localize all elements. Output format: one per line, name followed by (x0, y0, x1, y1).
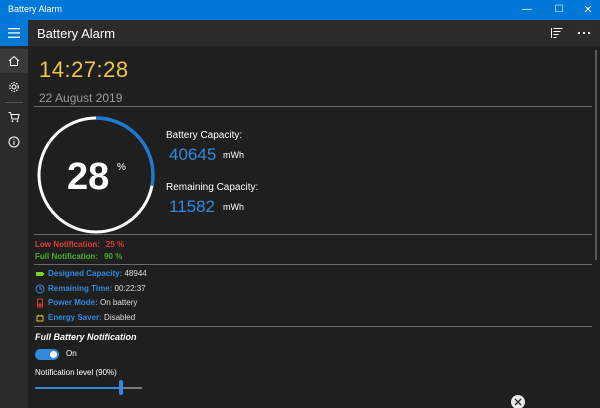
clock-icon (35, 284, 45, 294)
sidebar-item-home[interactable] (0, 49, 28, 73)
divider (34, 326, 592, 327)
energy-saver-label: Energy Saver: (48, 313, 102, 323)
battery-capacity-unit: mWh (223, 150, 244, 160)
cart-icon (8, 112, 20, 123)
remaining-time-label: Remaining Time: (48, 284, 113, 294)
remaining-capacity-label: Remaining Capacity: (166, 182, 259, 193)
low-notification-value: 25 % (105, 240, 125, 249)
battery-percent: 28 (67, 156, 110, 198)
window-title: Battery Alarm (8, 4, 63, 14)
filter-list-button[interactable] (549, 25, 565, 41)
info-icon (8, 136, 20, 148)
divider (34, 264, 592, 265)
filter-list-icon (551, 28, 563, 38)
notification-level-slider-fill (35, 387, 121, 389)
designed-capacity-value: 48944 (124, 269, 147, 278)
low-notification: Low Notification: 25 % (35, 240, 124, 249)
battery-capacity-value: 40645 (169, 145, 217, 164)
battery-icon (36, 271, 45, 276)
energy-saver-value: Disabled (104, 313, 136, 323)
full-notification: Full Notification: 90 % (35, 252, 122, 261)
more-button[interactable] (576, 25, 592, 41)
maximize-button[interactable]: ☐ (545, 0, 573, 20)
divider (34, 234, 592, 235)
page-title: Battery Alarm (37, 26, 116, 41)
battery-percent-sign: % (117, 162, 126, 173)
power-mode-value: On battery (100, 298, 138, 308)
clock-time: 14:27:28 (39, 57, 129, 82)
notification-level-slider-thumb[interactable] (118, 380, 123, 395)
full-notification-value: 90 % (104, 252, 123, 261)
minimize-icon: — (522, 4, 532, 15)
hamburger-button[interactable] (0, 20, 28, 46)
divider (34, 106, 592, 107)
app-header: Battery Alarm (28, 20, 600, 46)
full-battery-section-title: Full Battery Notification (35, 332, 137, 342)
clock-date: 22 August 2019 (39, 91, 123, 105)
main-content: 14:27:28 22 August 2019 28 % Battery Cap… (28, 46, 600, 408)
phone-battery-icon (37, 298, 43, 308)
title-bar: Battery Alarm — ☐ ✕ (0, 0, 600, 20)
home-icon (8, 55, 20, 66)
sidebar-divider (5, 102, 23, 103)
sidebar (0, 20, 28, 408)
close-button[interactable]: ✕ (574, 0, 600, 20)
scrollbar-thumb[interactable] (595, 50, 597, 260)
toggle-knob (50, 351, 57, 358)
full-battery-toggle-label: On (66, 349, 77, 358)
remaining-time-value: 00:22:37 (114, 284, 146, 294)
battery-gauge: 28 % (37, 116, 155, 234)
minimize-button[interactable]: — (513, 0, 541, 20)
power-mode-row: Power Mode: On battery (35, 298, 137, 308)
dismiss-button[interactable] (511, 395, 525, 408)
designed-capacity-label: Designed Capacity: (48, 269, 123, 278)
designed-capacity-row: Designed Capacity: 48944 (35, 269, 147, 278)
remaining-time-row: Remaining Time: 00:22:37 (35, 284, 146, 294)
gear-icon (9, 82, 19, 92)
full-notification-label: Full Notification: (35, 252, 99, 261)
more-icon (577, 31, 591, 35)
close-icon (514, 398, 522, 406)
battery-capacity-label: Battery Capacity: (166, 130, 243, 141)
full-battery-toggle[interactable] (35, 349, 59, 360)
energy-saver-icon (36, 314, 44, 322)
power-mode-label: Power Mode: (48, 298, 98, 308)
low-notification-label: Low Notification: (35, 240, 100, 249)
sidebar-item-settings[interactable] (0, 75, 28, 99)
remaining-capacity-value: 11582 (169, 197, 216, 216)
energy-saver-row: Energy Saver: Disabled (35, 313, 135, 323)
notification-level-label: Notification level (90%) (35, 368, 117, 377)
sidebar-item-about[interactable] (0, 130, 28, 154)
sidebar-item-store[interactable] (0, 105, 28, 129)
remaining-capacity-unit: mWh (223, 202, 244, 212)
maximize-icon: ☐ (554, 4, 564, 15)
close-icon: ✕ (583, 4, 593, 16)
hamburger-icon (8, 28, 20, 38)
